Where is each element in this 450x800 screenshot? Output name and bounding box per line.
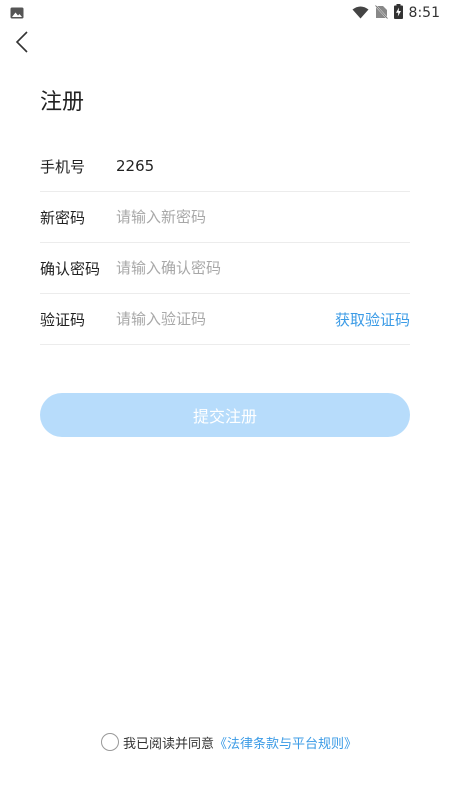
get-code-button[interactable]: 获取验证码 [335, 309, 410, 330]
register-form: 手机号 新密码 确认密码 验证码 获取验证码 [40, 141, 410, 345]
verification-row: 验证码 获取验证码 [40, 294, 410, 345]
no-sim-icon [374, 4, 388, 23]
register-screen: 8:51 注册 手机号 新密码 确认密码 验证码 获取验证码 [0, 0, 450, 800]
agree-checkbox[interactable] [100, 733, 119, 751]
phone-input[interactable] [116, 151, 410, 181]
confirm-password-label: 确认密码 [40, 259, 101, 278]
submit-register-button[interactable]: 提交注册 [40, 393, 410, 437]
phone-row: 手机号 [40, 141, 410, 192]
back-button[interactable] [8, 30, 36, 58]
agreement-text: 我已阅读并同意 [122, 736, 214, 752]
new-password-label: 新密码 [40, 208, 86, 227]
chevron-left-icon [15, 30, 29, 58]
confirm-password-row: 确认密码 [40, 243, 410, 294]
image-icon [10, 4, 24, 23]
new-password-row: 新密码 [40, 192, 410, 243]
terms-link[interactable]: 《法律条款与平台规则》 [214, 733, 357, 752]
agreement: 我已阅读并同意 《法律条款与平台规则》 [0, 731, 450, 753]
verification-label: 验证码 [40, 310, 86, 329]
page-title: 注册 [40, 90, 85, 115]
status-time: 8:51 [408, 5, 440, 21]
status-left [10, 4, 24, 23]
confirm-password-input[interactable] [116, 253, 410, 283]
phone-label: 手机号 [40, 157, 86, 176]
wifi-icon [352, 4, 369, 23]
new-password-input[interactable] [116, 202, 410, 232]
status-right: 8:51 [352, 3, 440, 23]
battery-charging-icon [393, 3, 403, 23]
status-bar: 8:51 [0, 0, 450, 26]
verification-input[interactable] [116, 304, 335, 334]
